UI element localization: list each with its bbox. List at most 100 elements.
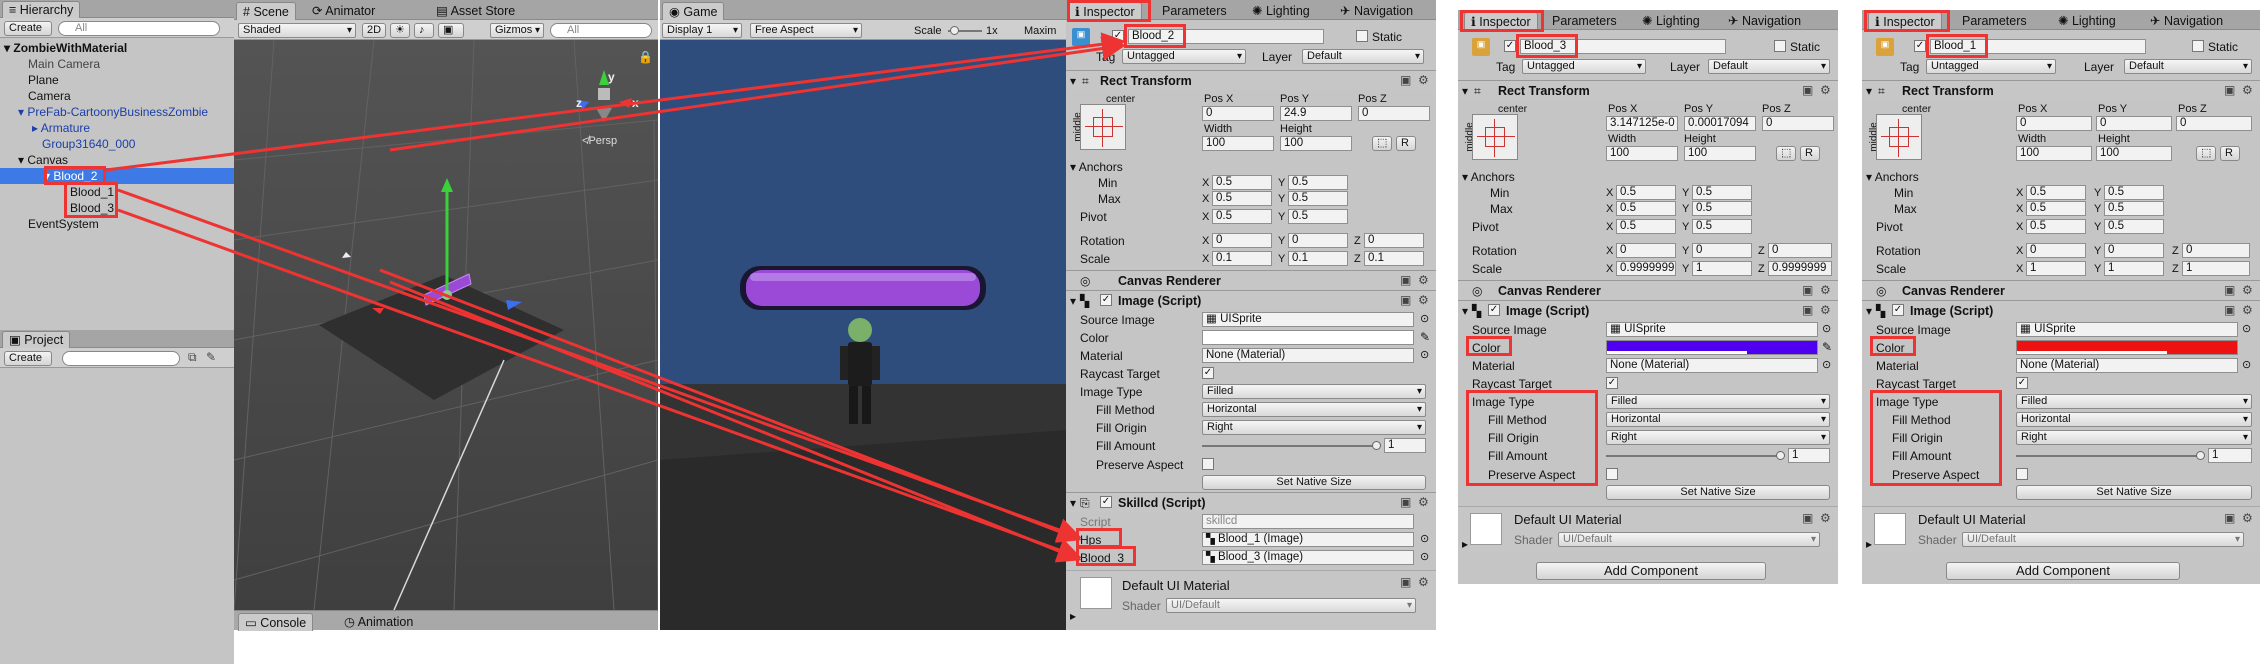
pos-x-field[interactable]: 0 [2016,116,2092,131]
help-icon[interactable]: ▣ [1400,495,1411,509]
scale-z-field[interactable]: 1 [2182,261,2250,276]
add-component-button[interactable]: Add Component [1946,562,2180,580]
width-field[interactable]: 100 [1606,146,1678,161]
filter-icon[interactable]: ⧉ [188,350,197,365]
material-field[interactable]: None (Material) [1606,358,1818,373]
color-field[interactable] [1606,340,1818,355]
search-input[interactable]: All [58,21,220,36]
help-icon[interactable]: ▣ [1400,73,1411,87]
anchor-max-y-field[interactable]: 0.5 [1288,191,1348,206]
gear-icon[interactable]: ⚙ [1418,73,1429,87]
anchor-min-x-field[interactable]: 0.5 [2026,185,2086,200]
anchors-label[interactable]: ▾ Anchors [1070,160,1123,174]
fill-origin-dropdown[interactable]: Right [2016,430,2252,445]
search-input[interactable] [62,351,180,366]
tab-lighting[interactable]: ✺ Lighting [1246,2,1316,20]
image-type-dropdown[interactable]: Filled [1202,384,1426,399]
tag-dropdown[interactable]: Untagged [1522,59,1646,74]
tab-parameters[interactable]: Parameters [1956,12,2033,30]
skillcd-script-header[interactable]: ▾ ⎘ ✓ Skillcd (Script) ▣ ⚙ [1066,492,1436,512]
display-dropdown[interactable]: Display 1 [662,23,742,38]
material-field[interactable]: None (Material) [2016,358,2238,373]
help-icon[interactable]: ▣ [2224,303,2235,317]
pos-y-field[interactable]: 0 [2096,116,2172,131]
gear-icon[interactable]: ⚙ [2242,83,2253,97]
shader-dropdown[interactable]: UI/Default [1962,532,2244,547]
raw-edit-button[interactable]: R [1800,146,1820,161]
collapsed-arrow-icon[interactable]: ▸ [32,121,41,135]
list-item[interactable]: ▸ Armature [32,120,90,136]
expand-arrow-icon[interactable]: ▾ [18,105,27,119]
fill-amount-field[interactable]: 1 [1384,438,1426,453]
pivot-y-field[interactable]: 0.5 [2104,219,2164,234]
tab-lighting[interactable]: ✺ Lighting [1636,12,1706,30]
pivot-x-field[interactable]: 0.5 [2026,219,2086,234]
picker-icon[interactable]: ⊙ [1420,550,1429,564]
fill-method-dropdown[interactable]: Horizontal [2016,412,2252,427]
scale-slider-knob[interactable] [950,26,959,35]
fold-arrow-icon[interactable]: ▾ [1462,304,1468,318]
anchors-label[interactable]: ▾ Anchors [1866,170,1919,184]
shader-dropdown[interactable]: UI/Default [1166,598,1416,613]
picker-icon[interactable]: ⊙ [2242,322,2251,336]
raw-edit-button[interactable]: R [1396,136,1416,151]
anchor-max-x-field[interactable]: 0.5 [1616,201,1676,216]
scene-root[interactable]: ▾ ZombieWithMaterial [4,40,127,56]
raycast-checkbox[interactable]: ✓ [1202,367,1214,379]
fill-amount-knob[interactable] [1372,441,1381,450]
audio-toggle-icon[interactable]: ♪ [414,23,434,38]
preserve-aspect-checkbox[interactable] [1606,468,1618,480]
static-checkbox[interactable] [1356,30,1368,42]
gear-icon[interactable]: ⚙ [1418,293,1429,307]
fill-origin-dropdown[interactable]: Right [1202,420,1426,435]
anchor-min-y-field[interactable]: 0.5 [1692,185,1752,200]
skillcd-enabled-checkbox[interactable]: ✓ [1100,496,1112,508]
scale-y-field[interactable]: 0.1 [1288,251,1348,266]
fold-arrow-icon[interactable]: ▸ [1462,537,1468,551]
fold-arrow-icon[interactable]: ▾ [1070,160,1079,174]
set-native-size-button[interactable]: Set Native Size [1606,485,1830,500]
fold-arrow-icon[interactable]: ▸ [1866,537,1872,551]
gear-icon[interactable]: ⚙ [1418,575,1429,589]
tab-scene[interactable]: # Scene [236,2,296,20]
static-checkbox[interactable] [2192,40,2204,52]
maximize-button[interactable]: Maxim [1024,24,1056,38]
rotation-x-field[interactable]: 0 [1616,243,1676,258]
scale-x-field[interactable]: 1 [2026,261,2086,276]
layer-dropdown[interactable]: Default [1302,49,1424,64]
width-field[interactable]: 100 [2016,146,2092,161]
lock-icon[interactable]: 🔒 [638,50,653,64]
tab-navigation[interactable]: ✈ Navigation [1334,2,1419,20]
image-script-header[interactable]: ▾ ▚ ✓ Image (Script) ▣ ⚙ [1458,300,1838,320]
gear-icon[interactable]: ⚙ [1820,303,1831,317]
tab-console[interactable]: ▭ Console [238,613,314,631]
pivot-y-field[interactable]: 0.5 [1288,209,1348,224]
source-image-field[interactable]: ▦ UISprite [2016,322,2238,337]
scale-y-field[interactable]: 1 [2104,261,2164,276]
canvas-renderer-header[interactable]: ◎ Canvas Renderer ▣ ⚙ [1458,280,1838,300]
hps-field[interactable]: ▚ Blood_1 (Image) [1202,532,1414,547]
help-icon[interactable]: ▣ [1400,273,1411,287]
eyedropper-icon[interactable]: ✎ [1822,340,1832,354]
anchor-min-y-field[interactable]: 0.5 [1288,175,1348,190]
picker-icon[interactable]: ⊙ [1822,322,1831,336]
active-checkbox[interactable]: ✓ [1504,40,1516,52]
width-field[interactable]: 100 [1202,136,1274,151]
gear-icon[interactable]: ⚙ [2242,511,2253,525]
lighting-toggle-icon[interactable]: ☀ [390,23,410,38]
image-script-header[interactable]: ▾ ▚ ✓ Image (Script) ▣ ⚙ [1066,290,1436,310]
layer-dropdown[interactable]: Default [1708,59,1830,74]
tab-hierarchy[interactable]: ≡ Hierarchy [2,1,81,18]
list-item[interactable]: ▾ PreFab-CartoonyBusinessZombie [18,104,208,120]
layer-dropdown[interactable]: Default [2124,59,2252,74]
scale-x-field[interactable]: 0.1 [1212,251,1272,266]
set-native-size-button[interactable]: Set Native Size [2016,485,2252,500]
list-item[interactable]: Camera [28,88,71,104]
pos-y-field[interactable]: 0.00017094 [1684,116,1756,131]
anchor-min-x-field[interactable]: 0.5 [1616,185,1676,200]
tab-game[interactable]: ◉ Game [662,2,725,20]
material-header[interactable]: ▸ Default UI Material Shader UI/Default … [1066,570,1436,630]
blood3-field[interactable]: ▚ Blood_3 (Image) [1202,550,1414,565]
shader-dropdown[interactable]: UI/Default [1558,532,1820,547]
fold-arrow-icon[interactable]: ▸ [1070,609,1076,623]
